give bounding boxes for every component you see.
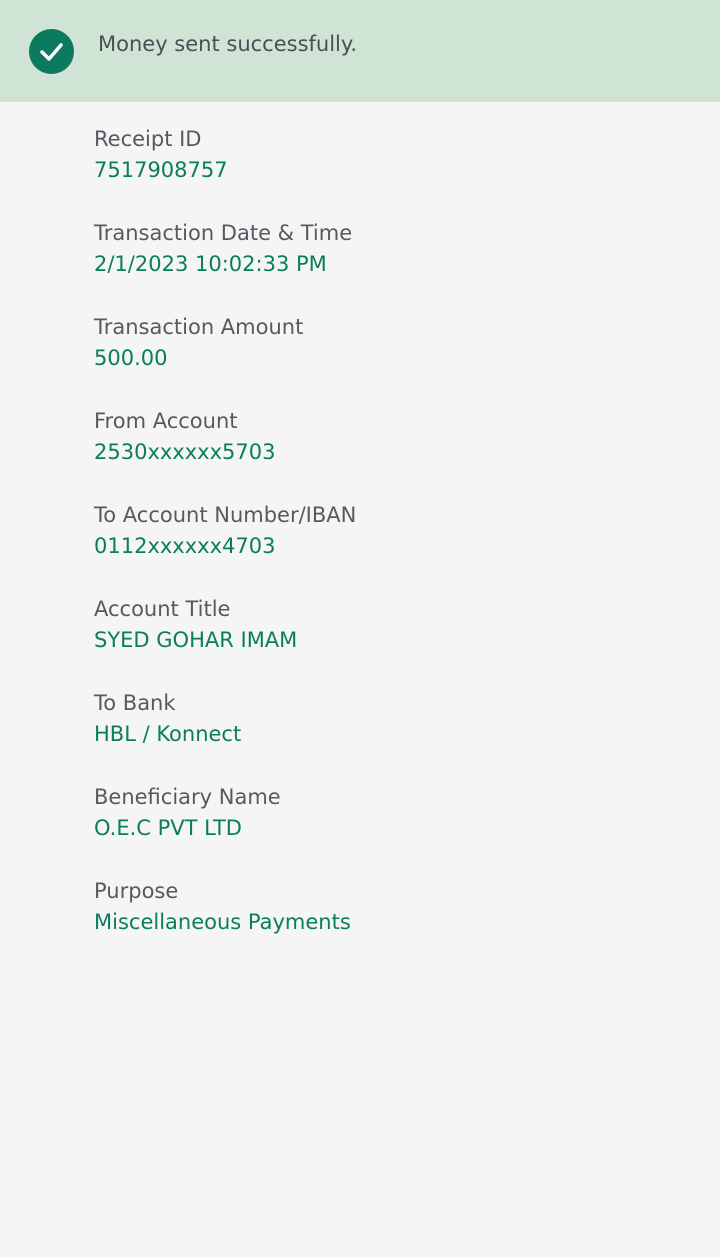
- detail-value: 7517908757: [94, 158, 228, 182]
- detail-row-to-bank: To Bank HBL / Konnect: [94, 688, 694, 782]
- detail-row-beneficiary-name: Beneficiary Name O.E.C PVT LTD: [94, 782, 694, 876]
- detail-label: Transaction Date & Time: [94, 221, 353, 245]
- detail-label: Beneficiary Name: [94, 785, 281, 809]
- detail-value: SYED GOHAR IMAM: [94, 628, 298, 652]
- success-message: Money sent successfully.: [98, 32, 358, 56]
- detail-row-to-account: To Account Number/IBAN 0112xxxxxx4703: [94, 500, 694, 594]
- detail-value: 2/1/2023 10:02:33 PM: [94, 252, 327, 276]
- detail-label: To Bank: [94, 691, 176, 715]
- detail-value: HBL / Konnect: [94, 722, 242, 746]
- detail-value: O.E.C PVT LTD: [94, 816, 242, 840]
- detail-label: Account Title: [94, 597, 231, 621]
- detail-value: 2530xxxxxx5703: [94, 440, 276, 464]
- detail-value: 0112xxxxxx4703: [94, 534, 276, 558]
- detail-label: To Account Number/IBAN: [94, 503, 357, 527]
- check-circle-icon: [29, 29, 74, 74]
- detail-value: Miscellaneous Payments: [94, 910, 351, 934]
- detail-row-receipt-id: Receipt ID 7517908757: [94, 124, 694, 218]
- detail-value: 500.00: [94, 346, 168, 370]
- detail-row-from-account: From Account 2530xxxxxx5703: [94, 406, 694, 500]
- detail-row-purpose: Purpose Miscellaneous Payments: [94, 876, 694, 970]
- detail-row-account-title: Account Title SYED GOHAR IMAM: [94, 594, 694, 688]
- transaction-details: Receipt ID 7517908757 Transaction Date &…: [94, 124, 694, 970]
- detail-row-transaction-date-time: Transaction Date & Time 2/1/2023 10:02:3…: [94, 218, 694, 312]
- success-banner: Money sent successfully.: [0, 0, 720, 102]
- detail-label: From Account: [94, 409, 238, 433]
- detail-row-transaction-amount: Transaction Amount 500.00: [94, 312, 694, 406]
- detail-label: Purpose: [94, 879, 179, 903]
- detail-label: Receipt ID: [94, 127, 202, 151]
- detail-label: Transaction Amount: [94, 315, 304, 339]
